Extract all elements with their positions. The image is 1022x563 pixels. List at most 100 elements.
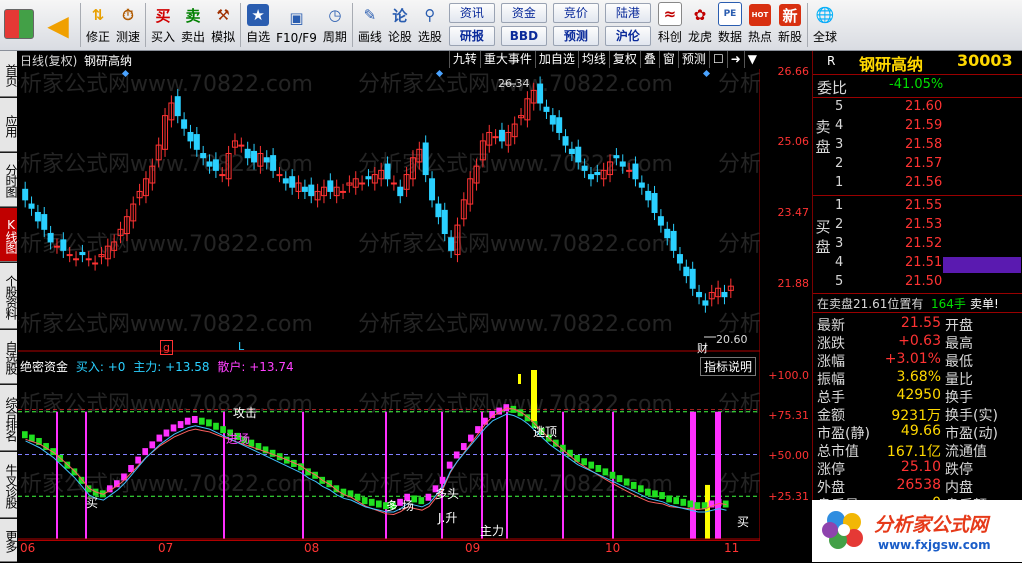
buy-order-row[interactable]: 5 21.50 (813, 274, 1022, 292)
stat-value: 25.10 (900, 459, 941, 475)
tab-more[interactable]: 更多 (0, 519, 18, 562)
toolbar-back-button[interactable]: ◀ (38, 0, 78, 48)
candle (327, 173, 334, 199)
candle (295, 175, 302, 199)
quick-forecast-button[interactable]: 预测 (552, 26, 599, 46)
candle-body (683, 266, 690, 277)
toolbar-simulate-button[interactable]: ⚒ 模拟 (208, 0, 238, 48)
toolbar-global-button[interactable]: 🌐 全球 (810, 0, 840, 48)
btn-nine-turn[interactable]: 九转 (448, 51, 480, 68)
candle (562, 129, 569, 153)
btn-ma[interactable]: 均线 (577, 51, 609, 68)
candle-body (626, 169, 633, 172)
divider (813, 97, 1022, 98)
toolbar-select-button[interactable]: ⚲ 选股 (415, 0, 445, 48)
toolbar-cycle-button[interactable]: ◷ 周期 (320, 0, 350, 48)
sell-order-row[interactable]: 4 21.59 (813, 118, 1022, 136)
tab-timeshare[interactable]: 分时图 (0, 153, 18, 207)
buy-order-row[interactable]: 2 21.53 (813, 217, 1022, 235)
candle-body (174, 96, 181, 117)
toolbar-hot-button[interactable]: HOT 热点 (745, 0, 775, 48)
toolbar-watchlist-button[interactable]: ★ 自选 (243, 0, 273, 48)
candle (683, 259, 690, 284)
toolbar-grid-button[interactable] (0, 0, 38, 48)
signal-buy: 买 (86, 496, 99, 510)
fund-block (680, 498, 687, 506)
month-label: 06 (20, 541, 36, 555)
candle (308, 177, 315, 204)
quick-auction-button[interactable]: 竞价 (552, 3, 599, 23)
sell-order-row[interactable]: 2 21.57 (813, 156, 1022, 174)
tab-kline[interactable]: K线图 (0, 208, 18, 262)
candle (397, 179, 404, 204)
toolbar-newstock-button[interactable]: 新 新股 (775, 0, 805, 48)
candle-body (187, 131, 194, 142)
stat-label-2: 流通值 (945, 444, 987, 460)
fund-block (425, 493, 432, 501)
tab-diagnosis[interactable]: 牛叉诊股 (0, 452, 18, 518)
candle (657, 209, 664, 233)
toolbar-dragon-button[interactable]: ✿ 龙虎 (685, 0, 715, 48)
watermark-text: 分析家公式网www.70822.com (358, 232, 673, 257)
candle-body (41, 214, 48, 230)
toolbar-watchlist-label: 自选 (246, 30, 271, 44)
quick-shlondon-button[interactable]: 沪伦 (604, 26, 651, 46)
toolbar-draw-button[interactable]: ✎ 画线 (355, 0, 385, 48)
tab-stock-info[interactable]: 个股资料 (0, 263, 18, 329)
lock-icon[interactable]: ☐ (708, 51, 727, 68)
toolbar-discuss-button[interactable]: 论 论股 (385, 0, 415, 48)
kline-chart[interactable]: 分析家公式网www.70822.com 分析家公式网www.70822.com 分析… (18, 69, 760, 542)
candle (645, 183, 652, 208)
buy-order-row[interactable]: 4 21.51 (813, 255, 1022, 273)
toolbar-speed-button[interactable]: ⏱ 测速 (113, 0, 143, 48)
toolbar-fix-button[interactable]: ⇅ 修正 (83, 0, 113, 48)
quick-report-button[interactable]: 研报 (448, 26, 495, 46)
marker-g[interactable]: g (160, 340, 173, 355)
btn-adjust[interactable]: 复权 (608, 51, 640, 68)
stat-row: 振幅 3.68% 量比 (813, 369, 1022, 388)
candle (460, 192, 467, 227)
sell-order-row[interactable]: 5 21.60 (813, 99, 1022, 117)
toolbar-sell-button[interactable]: 卖 卖出 (178, 0, 208, 48)
toolbar-buy-button[interactable]: 买 买入 (148, 0, 178, 48)
stat-row: 最新 21.55 开盘 (813, 315, 1022, 334)
candle (721, 284, 728, 305)
buy-order-row[interactable]: 3 21.52 (813, 236, 1022, 254)
tab-ranking[interactable]: 综合排名 (0, 385, 18, 451)
candle-body (568, 148, 575, 155)
btn-major-events[interactable]: 重大事件 (479, 51, 535, 68)
quick-news-button[interactable]: 资讯 (448, 3, 495, 23)
btn-overlay[interactable]: 叠 (639, 51, 659, 68)
stat-label: 总手 (817, 390, 845, 406)
toolbar-sci-button[interactable]: ≈ 科创 (655, 0, 685, 48)
quick-hk-button[interactable]: 陆港 (604, 3, 651, 23)
back-arrow-icon: ◀ (47, 8, 69, 42)
order-level: 2 (835, 217, 844, 232)
candle-body (696, 291, 703, 298)
period-label[interactable]: 日线(复权) (20, 52, 77, 69)
marker-l[interactable]: L (238, 340, 244, 353)
btn-window[interactable]: 窗 (658, 51, 678, 68)
tab-watchlist[interactable]: 自选股 (0, 330, 18, 384)
toolbar-data-button[interactable]: PE 数据 (715, 0, 745, 48)
marker-finance[interactable]: 财 (697, 340, 708, 356)
stat-value: 21.55 (900, 315, 941, 331)
candle (727, 278, 734, 298)
quick-funds-button[interactable]: 资金 (500, 3, 547, 23)
indicator-help-button[interactable]: 指标说明 (700, 357, 757, 376)
fund-block (630, 481, 637, 489)
quick-bbd-button[interactable]: BBD (500, 26, 547, 46)
stat-row: 涨停 25.10 跌停 (813, 459, 1022, 478)
toolbar-f10-button[interactable]: ▣ F10/F9 (273, 0, 320, 48)
pin-icon[interactable]: ➜ (726, 51, 744, 68)
tab-home[interactable]: 首页 (0, 51, 18, 97)
notice-qty: 164手 (931, 297, 966, 311)
candle-body (181, 119, 188, 129)
sell-order-row[interactable]: 3 21.58 (813, 137, 1022, 155)
tab-apps[interactable]: 应用 (0, 98, 18, 152)
btn-forecast[interactable]: 预测 (677, 51, 709, 68)
btn-add-watch[interactable]: 加自选 (534, 51, 578, 68)
sell-order-row[interactable]: 1 21.56 (813, 175, 1022, 193)
chevron-down-icon[interactable]: ▼ (743, 51, 760, 68)
buy-order-row[interactable]: 1 21.55 (813, 198, 1022, 216)
